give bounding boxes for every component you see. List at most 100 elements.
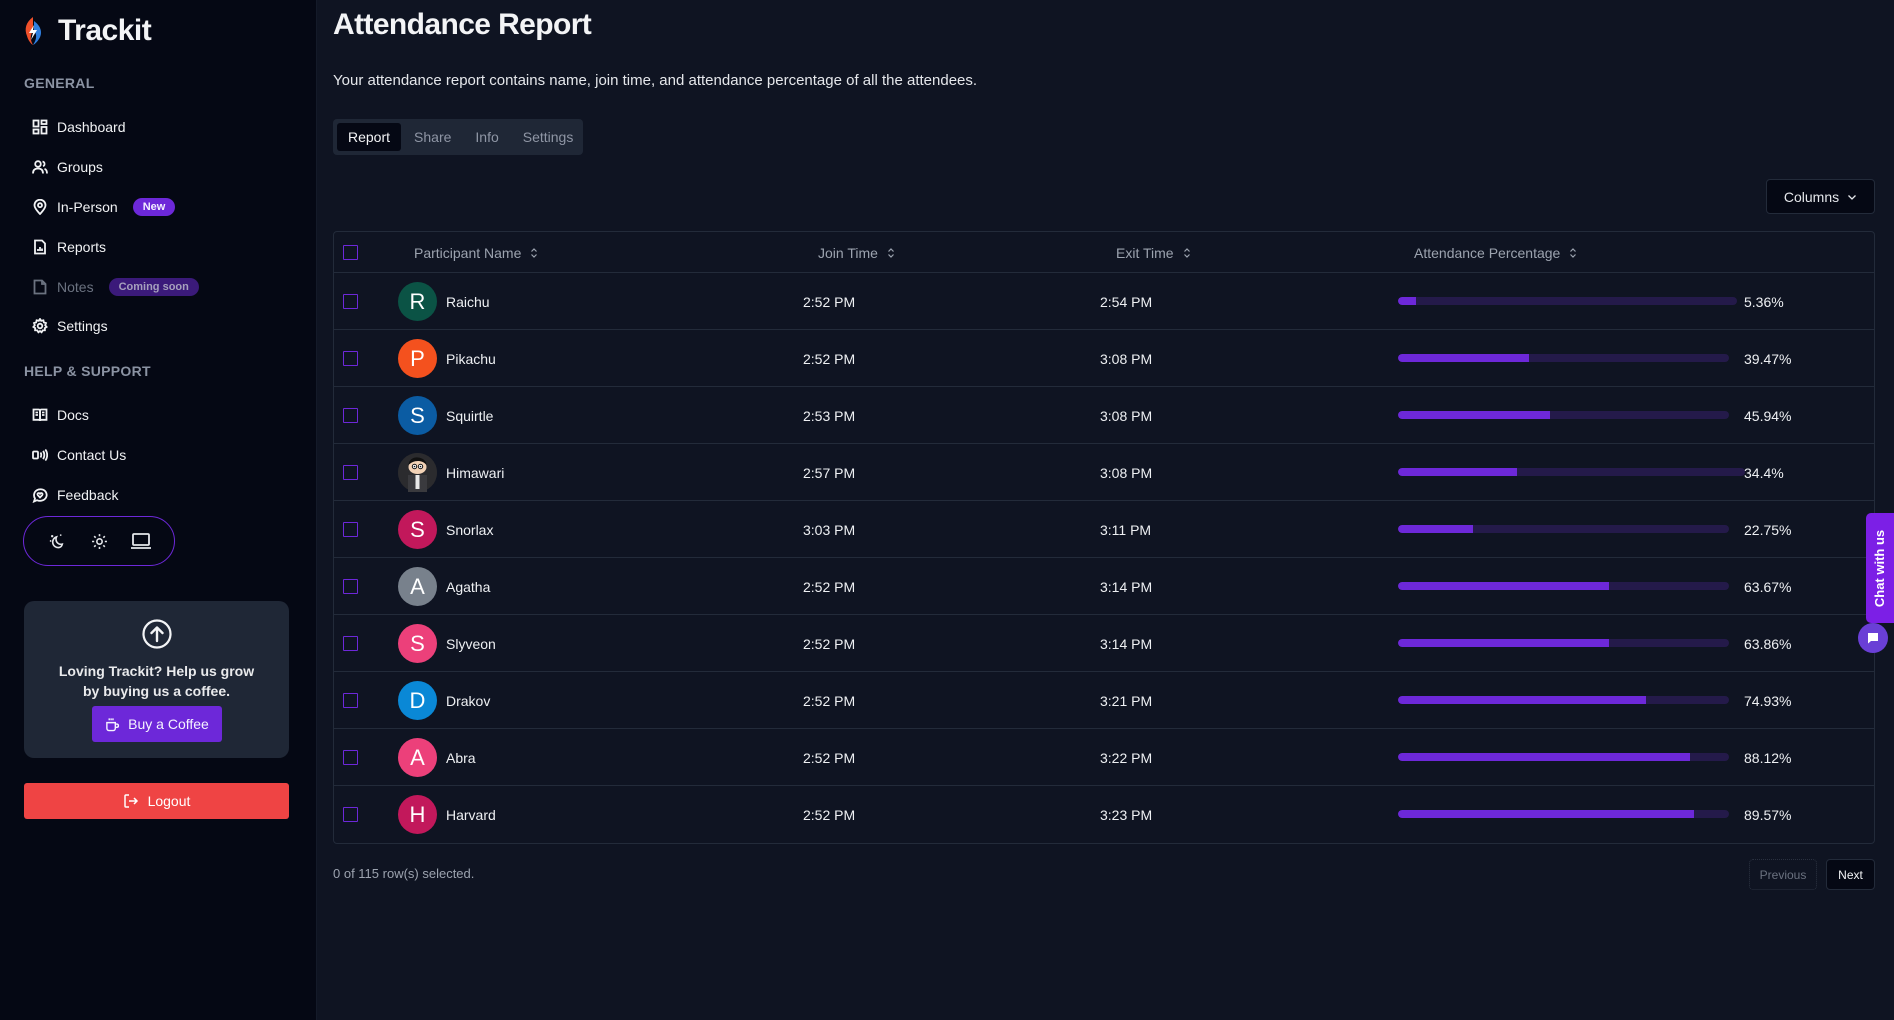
sidebar-item-docs[interactable]: Docs bbox=[32, 403, 89, 427]
avatar: R bbox=[398, 282, 437, 321]
chat-bubble-button[interactable] bbox=[1858, 623, 1888, 653]
row-checkbox[interactable] bbox=[343, 294, 358, 309]
exit-time: 3:11 PM bbox=[1100, 521, 1152, 538]
sidebar-item-label: Groups bbox=[57, 159, 103, 175]
column-header-attendance-percentage[interactable]: Attendance Percentage bbox=[1414, 232, 1578, 273]
next-page-button[interactable]: Next bbox=[1826, 859, 1875, 890]
columns-label: Columns bbox=[1783, 188, 1840, 205]
attendance-percentage: 39.47% bbox=[1744, 350, 1792, 367]
tab-settings[interactable]: Settings bbox=[512, 123, 585, 151]
sidebar-item-groups[interactable]: Groups bbox=[32, 155, 103, 179]
attendance-percentage: 63.86% bbox=[1744, 635, 1792, 652]
trackit-logo-icon bbox=[25, 17, 42, 45]
row-checkbox[interactable] bbox=[343, 636, 358, 651]
join-time: 2:57 PM bbox=[803, 464, 856, 481]
avatar-initial: S bbox=[410, 402, 425, 428]
row-checkbox[interactable] bbox=[343, 693, 358, 708]
participant-name: Drakov bbox=[446, 692, 491, 709]
table-row[interactable]: R Raichu 2:52 PM 2:54 PM 5.36% bbox=[334, 273, 1874, 330]
table-row[interactable]: D Drakov 2:52 PM 3:21 PM 74.93% bbox=[334, 672, 1874, 729]
tab-share[interactable]: Share bbox=[403, 123, 462, 151]
join-time: 2:52 PM bbox=[803, 293, 856, 310]
theme-toggle bbox=[23, 516, 175, 566]
section-label-general: GENERAL bbox=[24, 75, 95, 91]
table-row[interactable]: S Snorlax 3:03 PM 3:11 PM 22.75% bbox=[334, 501, 1874, 558]
avatar-initial: S bbox=[410, 630, 425, 656]
attendance-progress-bar bbox=[1398, 468, 1745, 476]
sidebar-item-label: Contact Us bbox=[57, 447, 127, 463]
avatar-initial: S bbox=[410, 516, 425, 542]
buy-coffee-button[interactable]: Buy a Coffee bbox=[92, 706, 222, 742]
logout-button[interactable]: Logout bbox=[24, 783, 289, 819]
attendance-table: Participant Name Join Time Exit Time Att… bbox=[333, 231, 1875, 844]
users-icon bbox=[32, 159, 48, 175]
tab-info[interactable]: Info bbox=[464, 123, 509, 151]
row-checkbox[interactable] bbox=[343, 351, 358, 366]
dark-theme-button[interactable] bbox=[43, 527, 71, 555]
table-row[interactable]: S Slyveon 2:52 PM 3:14 PM 63.86% bbox=[334, 615, 1874, 672]
sort-icon bbox=[1183, 247, 1190, 258]
exit-time: 3:14 PM bbox=[1100, 635, 1153, 652]
participant-name: Harvard bbox=[446, 806, 496, 823]
table-row[interactable]: P Pikachu 2:52 PM 3:08 PM 39.47% bbox=[334, 330, 1874, 387]
sidebar-item-contact-us[interactable]: Contact Us bbox=[32, 443, 126, 467]
table-row[interactable]: Himawari 2:57 PM 3:08 PM 34.4% bbox=[334, 444, 1874, 501]
tab-report[interactable]: Report bbox=[337, 123, 402, 151]
columns-dropdown-button[interactable]: Columns bbox=[1766, 179, 1875, 214]
attendance-percentage: 34.4% bbox=[1744, 464, 1784, 481]
sidebar-item-label: Docs bbox=[57, 407, 89, 423]
join-time: 2:53 PM bbox=[803, 407, 856, 424]
row-checkbox[interactable] bbox=[343, 522, 358, 537]
attendance-progress-fill bbox=[1398, 753, 1690, 761]
sidebar-item-settings[interactable]: Settings bbox=[32, 314, 108, 338]
row-checkbox[interactable] bbox=[343, 807, 358, 822]
sidebar-item-reports[interactable]: Reports bbox=[32, 235, 106, 259]
column-header-participant-name[interactable]: Participant Name bbox=[414, 232, 539, 273]
sidebar-item-in-person[interactable]: In-Person New bbox=[32, 195, 176, 219]
exit-time: 3:21 PM bbox=[1100, 692, 1153, 709]
attendance-percentage: 5.36% bbox=[1744, 293, 1784, 310]
moon-stars-icon bbox=[49, 533, 63, 548]
row-checkbox[interactable] bbox=[343, 579, 358, 594]
gear-icon bbox=[32, 318, 48, 334]
table-row[interactable]: A Agatha 2:52 PM 3:14 PM 63.67% bbox=[334, 558, 1874, 615]
avatar: S bbox=[398, 510, 437, 549]
sidebar: Trackit GENERAL Dashboard Groups In-Pers… bbox=[0, 0, 317, 1020]
sidebar-item-dashboard[interactable]: Dashboard bbox=[32, 115, 126, 139]
attendance-progress-bar bbox=[1398, 411, 1729, 419]
column-header-exit-time[interactable]: Exit Time bbox=[1116, 232, 1192, 273]
coffee-cup-icon bbox=[106, 717, 120, 731]
avatar: P bbox=[398, 339, 437, 378]
attendance-percentage: 45.94% bbox=[1744, 407, 1792, 424]
system-theme-button[interactable] bbox=[127, 527, 155, 555]
light-theme-button[interactable] bbox=[85, 527, 113, 555]
select-all-checkbox[interactable] bbox=[343, 245, 358, 260]
attendance-progress-bar bbox=[1398, 525, 1729, 533]
join-time: 2:52 PM bbox=[803, 350, 856, 367]
table-row[interactable]: A Abra 2:52 PM 3:22 PM 88.12% bbox=[334, 729, 1874, 786]
avatar: A bbox=[398, 567, 437, 606]
app-logo[interactable]: Trackit bbox=[22, 14, 152, 48]
participant-name: Squirtle bbox=[446, 407, 494, 424]
column-header-join-time[interactable]: Join Time bbox=[818, 232, 896, 273]
chat-with-us-label: Chat with us bbox=[1872, 529, 1888, 607]
note-icon bbox=[32, 279, 48, 295]
participant-name: Himawari bbox=[446, 464, 505, 481]
avatar: D bbox=[398, 681, 437, 720]
previous-page-button[interactable]: Previous bbox=[1749, 859, 1817, 890]
row-checkbox[interactable] bbox=[343, 465, 358, 480]
table-row[interactable]: H Harvard 2:52 PM 3:23 PM 89.57% bbox=[334, 786, 1874, 843]
promo-text: Loving Trackit? Help us grow by buying u… bbox=[58, 663, 255, 699]
join-time: 2:52 PM bbox=[803, 692, 856, 709]
section-label-help: HELP & SUPPORT bbox=[24, 363, 151, 379]
row-checkbox[interactable] bbox=[343, 408, 358, 423]
avatar-image bbox=[398, 453, 437, 492]
sidebar-item-feedback[interactable]: Feedback bbox=[32, 483, 118, 507]
row-checkbox[interactable] bbox=[343, 750, 358, 765]
column-header-label: Participant Name bbox=[414, 244, 522, 261]
laptop-icon bbox=[131, 533, 151, 549]
attendance-progress-fill bbox=[1398, 468, 1518, 476]
table-row[interactable]: S Squirtle 2:53 PM 3:08 PM 45.94% bbox=[334, 387, 1874, 444]
attendance-progress-fill bbox=[1398, 297, 1417, 305]
chat-with-us-tab[interactable]: Chat with us bbox=[1866, 513, 1894, 623]
